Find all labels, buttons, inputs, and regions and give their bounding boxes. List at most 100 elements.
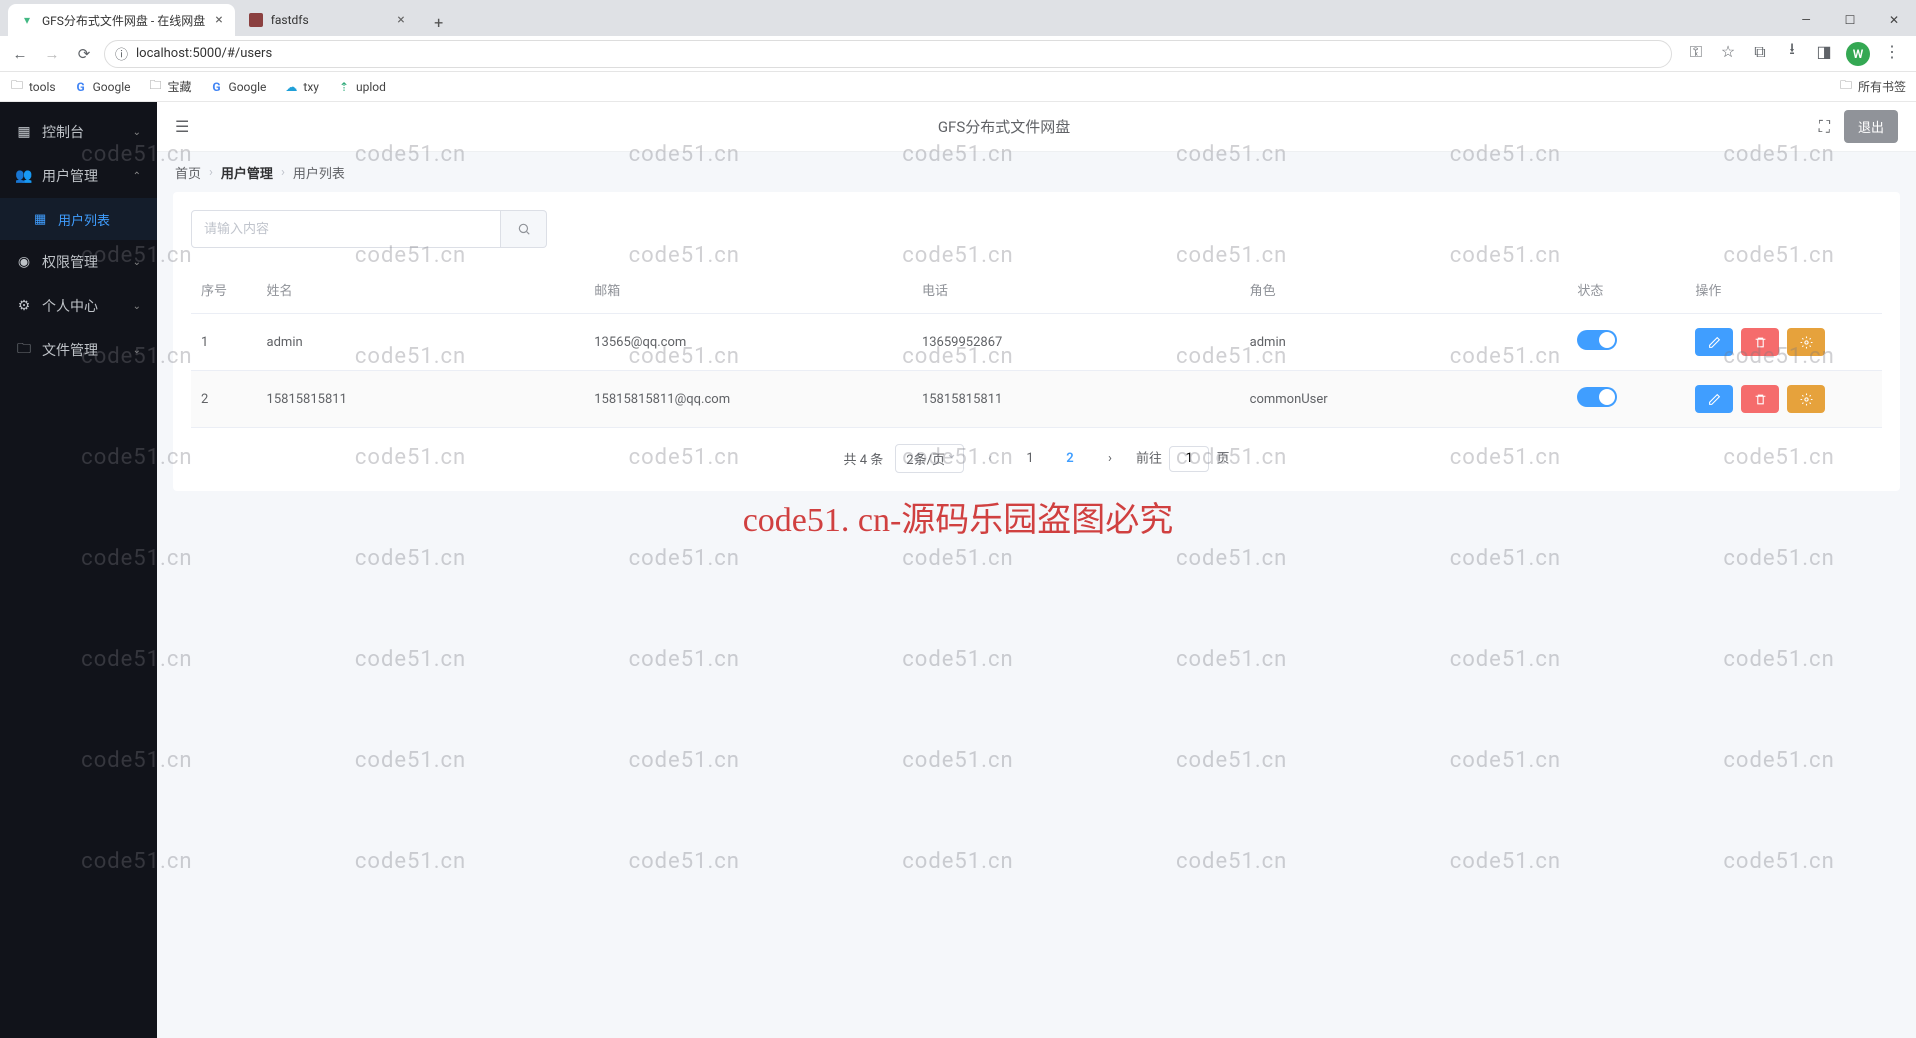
- browser-tab-strip: ▾ GFS分布式文件网盘 - 在线网盘 × fastdfs × + — ☐ ✕: [0, 0, 1916, 36]
- bookmark-item[interactable]: 🗀 宝藏: [149, 78, 192, 95]
- status-toggle[interactable]: [1577, 387, 1617, 407]
- bookmark-label: txy: [303, 80, 319, 94]
- sidebar-label: 文件管理: [42, 340, 98, 360]
- pagination-pagesize-select[interactable]: 2条/页: [895, 444, 964, 473]
- url-text: localhost:5000/#/users: [136, 46, 272, 61]
- breadcrumb-item[interactable]: 用户管理: [221, 163, 273, 182]
- tab-close-icon[interactable]: ×: [387, 12, 404, 28]
- site-info-icon[interactable]: ⓘ: [115, 44, 128, 63]
- cloud-icon: ☁: [284, 80, 298, 94]
- content-card: 序号 姓名 邮箱 电话 角色 状态 操作 1admin13565@qq.com1…: [173, 192, 1900, 491]
- tab-close-icon[interactable]: ×: [205, 12, 222, 28]
- nav-reload-icon[interactable]: ⟳: [72, 42, 96, 66]
- sidebar: ▦ 控制台 ⌄ 👥 用户管理 ⌃ ▦ 用户列表 ◉ 权限管理 ⌄ ⚙ 个人中心: [0, 102, 157, 1038]
- delete-button[interactable]: [1741, 385, 1779, 413]
- address-bar: ← → ⟳ ⓘ localhost:5000/#/users ⚿ ☆ ⧉ ⭳ ◨…: [0, 36, 1916, 72]
- key-icon[interactable]: ⚿: [1686, 42, 1706, 62]
- bookmark-bar: 🗀tools GGoogle 🗀宝藏 GGoogle ☁txy ⇡uplod 🗀…: [0, 72, 1916, 102]
- sidebar-label: 个人中心: [42, 296, 98, 316]
- cell-phone: 13659952867: [912, 314, 1240, 371]
- folder-icon: 🗀: [10, 80, 24, 94]
- side-panel-icon[interactable]: ◨: [1814, 42, 1834, 62]
- profile-avatar[interactable]: W: [1846, 42, 1870, 66]
- page-title: GFS分布式文件网盘: [189, 116, 1818, 137]
- browser-tab-active[interactable]: ▾ GFS分布式文件网盘 - 在线网盘 ×: [8, 4, 235, 36]
- folder-icon: 🗀: [16, 338, 32, 362]
- window-minimize-icon[interactable]: —: [1784, 4, 1828, 36]
- edit-icon: [1708, 393, 1721, 406]
- edit-button[interactable]: [1695, 328, 1733, 356]
- sidebar-item-profile[interactable]: ⚙ 个人中心 ⌄: [0, 284, 157, 328]
- th-name: 姓名: [257, 266, 585, 314]
- main-content: ☰ GFS分布式文件网盘 ⛶ 退出 首页 › 用户管理 › 用户列表: [157, 102, 1916, 1038]
- pagination-next-icon[interactable]: ›: [1096, 445, 1124, 473]
- search-input[interactable]: [191, 210, 501, 248]
- download-icon[interactable]: ⭳: [1782, 42, 1802, 62]
- nav-back-icon[interactable]: ←: [8, 42, 32, 66]
- window-maximize-icon[interactable]: ☐: [1828, 4, 1872, 36]
- pagination-prev-icon[interactable]: ‹: [976, 445, 1004, 473]
- bookmark-item[interactable]: 🗀 tools: [10, 80, 56, 94]
- nav-forward-icon[interactable]: →: [40, 42, 64, 66]
- menu-icon[interactable]: ⋮: [1882, 42, 1902, 62]
- search-button[interactable]: [501, 210, 547, 248]
- logout-button[interactable]: 退出: [1844, 110, 1898, 143]
- sidebar-toggle-icon[interactable]: ☰: [175, 117, 189, 136]
- pagination-page-current[interactable]: 2: [1056, 445, 1084, 473]
- all-bookmarks-button[interactable]: 🗀所有书签: [1839, 78, 1906, 95]
- new-tab-button[interactable]: +: [425, 8, 453, 36]
- chevron-down-icon: ⌄: [133, 345, 141, 356]
- bookmark-label: uplod: [356, 80, 386, 94]
- fullscreen-icon[interactable]: ⛶: [1819, 117, 1830, 137]
- breadcrumb-item[interactable]: 首页: [175, 163, 201, 182]
- bookmark-label: Google: [93, 80, 131, 94]
- settings-button[interactable]: [1787, 328, 1825, 356]
- cell-index: 1: [191, 314, 257, 371]
- delete-button[interactable]: [1741, 328, 1779, 356]
- breadcrumb-sep: ›: [209, 165, 213, 180]
- folder-icon: 🗀: [149, 80, 163, 94]
- bookmark-item[interactable]: GGoogle: [74, 80, 131, 94]
- browser-tab-inactive[interactable]: fastdfs ×: [237, 4, 417, 36]
- th-phone: 电话: [912, 266, 1240, 314]
- cell-name: admin: [257, 314, 585, 371]
- bookmark-label: tools: [29, 80, 56, 94]
- th-email: 邮箱: [584, 266, 912, 314]
- gear-icon: [1800, 393, 1813, 406]
- bookmark-label: Google: [229, 80, 267, 94]
- cell-phone: 15815815811: [912, 371, 1240, 428]
- pagination-page[interactable]: 1: [1016, 445, 1044, 473]
- window-close-icon[interactable]: ✕: [1872, 4, 1916, 36]
- edit-button[interactable]: [1695, 385, 1733, 413]
- sidebar-label: 控制台: [42, 122, 84, 142]
- sidebar-subitem-user-list[interactable]: ▦ 用户列表: [0, 198, 157, 240]
- search-icon: [517, 222, 531, 236]
- bookmark-star-icon[interactable]: ☆: [1718, 42, 1738, 62]
- sidebar-item-files[interactable]: 🗀 文件管理 ⌄: [0, 328, 157, 372]
- th-role: 角色: [1240, 266, 1568, 314]
- lock-icon: ◉: [16, 254, 32, 270]
- extensions-icon[interactable]: ⧉: [1750, 42, 1770, 62]
- settings-button[interactable]: [1787, 385, 1825, 413]
- bookmark-label: 所有书签: [1858, 78, 1906, 95]
- chevron-down-icon: ⌄: [133, 301, 141, 312]
- bookmark-item[interactable]: ⇡uplod: [337, 80, 386, 94]
- pagination-total: 共 4 条: [844, 449, 884, 468]
- tab-title: fastdfs: [271, 13, 309, 27]
- table-row: 21581581581115815815811@qq.com1581581581…: [191, 371, 1882, 428]
- bookmark-item[interactable]: G Google: [210, 80, 267, 94]
- status-toggle[interactable]: [1577, 330, 1617, 350]
- sidebar-item-users[interactable]: 👥 用户管理 ⌃: [0, 154, 157, 198]
- url-input[interactable]: ⓘ localhost:5000/#/users: [104, 40, 1672, 68]
- bookmark-item[interactable]: ☁ txy: [284, 80, 319, 94]
- cell-actions: [1685, 314, 1882, 371]
- sidebar-item-dashboard[interactable]: ▦ 控制台 ⌄: [0, 110, 157, 154]
- chevron-down-icon: ⌄: [133, 257, 141, 268]
- google-icon: G: [210, 80, 224, 94]
- bookmark-label: 宝藏: [168, 78, 192, 95]
- pagination-jump-input[interactable]: [1169, 446, 1209, 472]
- users-icon: 👥: [16, 168, 32, 184]
- th-index: 序号: [191, 266, 257, 314]
- edit-icon: [1708, 336, 1721, 349]
- sidebar-item-permissions[interactable]: ◉ 权限管理 ⌄: [0, 240, 157, 284]
